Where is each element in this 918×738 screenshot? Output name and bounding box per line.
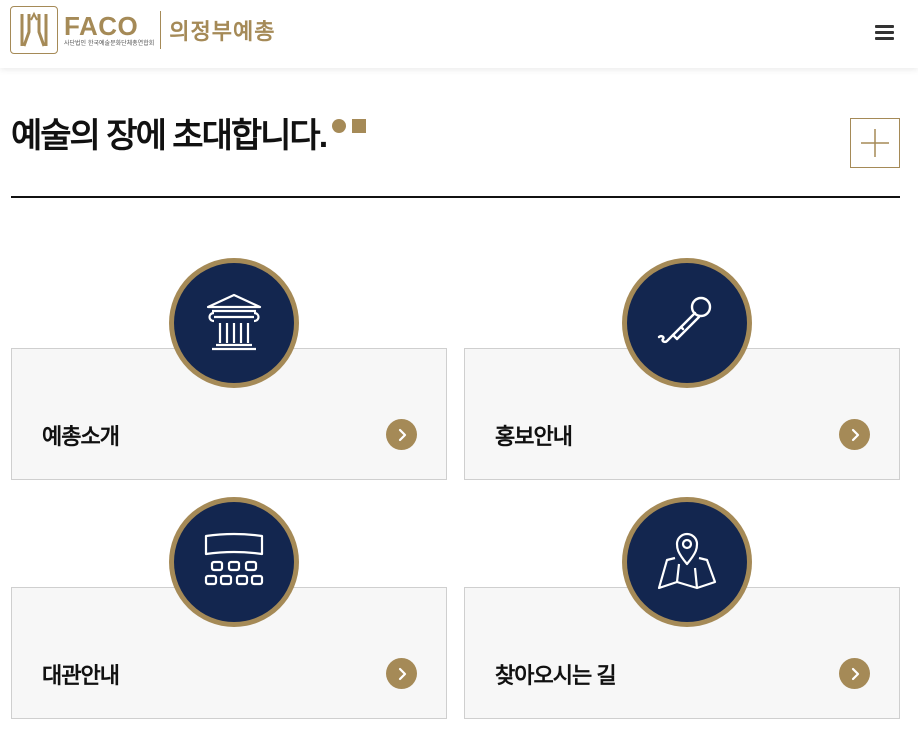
decorative-dot-icon <box>332 119 347 133</box>
card-label: 대관안내 <box>42 663 120 688</box>
card-label: 예총소개 <box>42 424 120 449</box>
decorative-square-icon <box>352 119 367 133</box>
menu-bar <box>874 24 894 28</box>
card-icon-circle <box>622 258 752 388</box>
title-decoration <box>332 119 367 133</box>
hamburger-menu-icon[interactable] <box>866 20 902 44</box>
hero-headline: 예술의 장에 초대합니다. <box>11 114 367 158</box>
card-icon-circle <box>169 258 299 388</box>
theater-seats-icon <box>204 532 264 586</box>
map-pin-icon <box>657 532 717 590</box>
site-logo[interactable]: FACO 사단법인 한국예술문화단체총연합회 의정부예총 <box>10 6 275 54</box>
menu-bar <box>874 36 894 40</box>
org-name: 의정부예총 <box>169 20 276 45</box>
site-header: FACO 사단법인 한국예술문화단체총연합회 의정부예총 <box>0 0 918 68</box>
card-icon-circle <box>622 497 752 627</box>
page-title: 예술의 장에 초대합니다. <box>11 117 328 155</box>
faco-logo-mark-icon <box>10 6 58 54</box>
chevron-right-icon[interactable] <box>839 658 870 689</box>
logo-separator <box>160 11 162 49</box>
temple-column-icon <box>206 293 262 351</box>
card-label: 찾아오시는 길 <box>495 663 617 688</box>
chevron-right-icon[interactable] <box>386 658 417 689</box>
chevron-right-icon[interactable] <box>386 419 417 450</box>
logo-brand: FACO <box>64 11 139 41</box>
card-icon-circle <box>169 497 299 627</box>
microphone-icon <box>657 296 712 344</box>
chevron-right-icon[interactable] <box>839 419 870 450</box>
logo-text: FACO 사단법인 한국예술문화단체총연합회 <box>64 12 154 48</box>
logo-subtitle: 사단법인 한국예술문화단체총연합회 <box>64 40 155 47</box>
menu-bar <box>874 30 894 34</box>
plus-icon <box>861 129 889 157</box>
section-divider <box>11 196 900 198</box>
card-label: 홍보안내 <box>495 424 573 449</box>
more-button[interactable] <box>850 118 900 168</box>
